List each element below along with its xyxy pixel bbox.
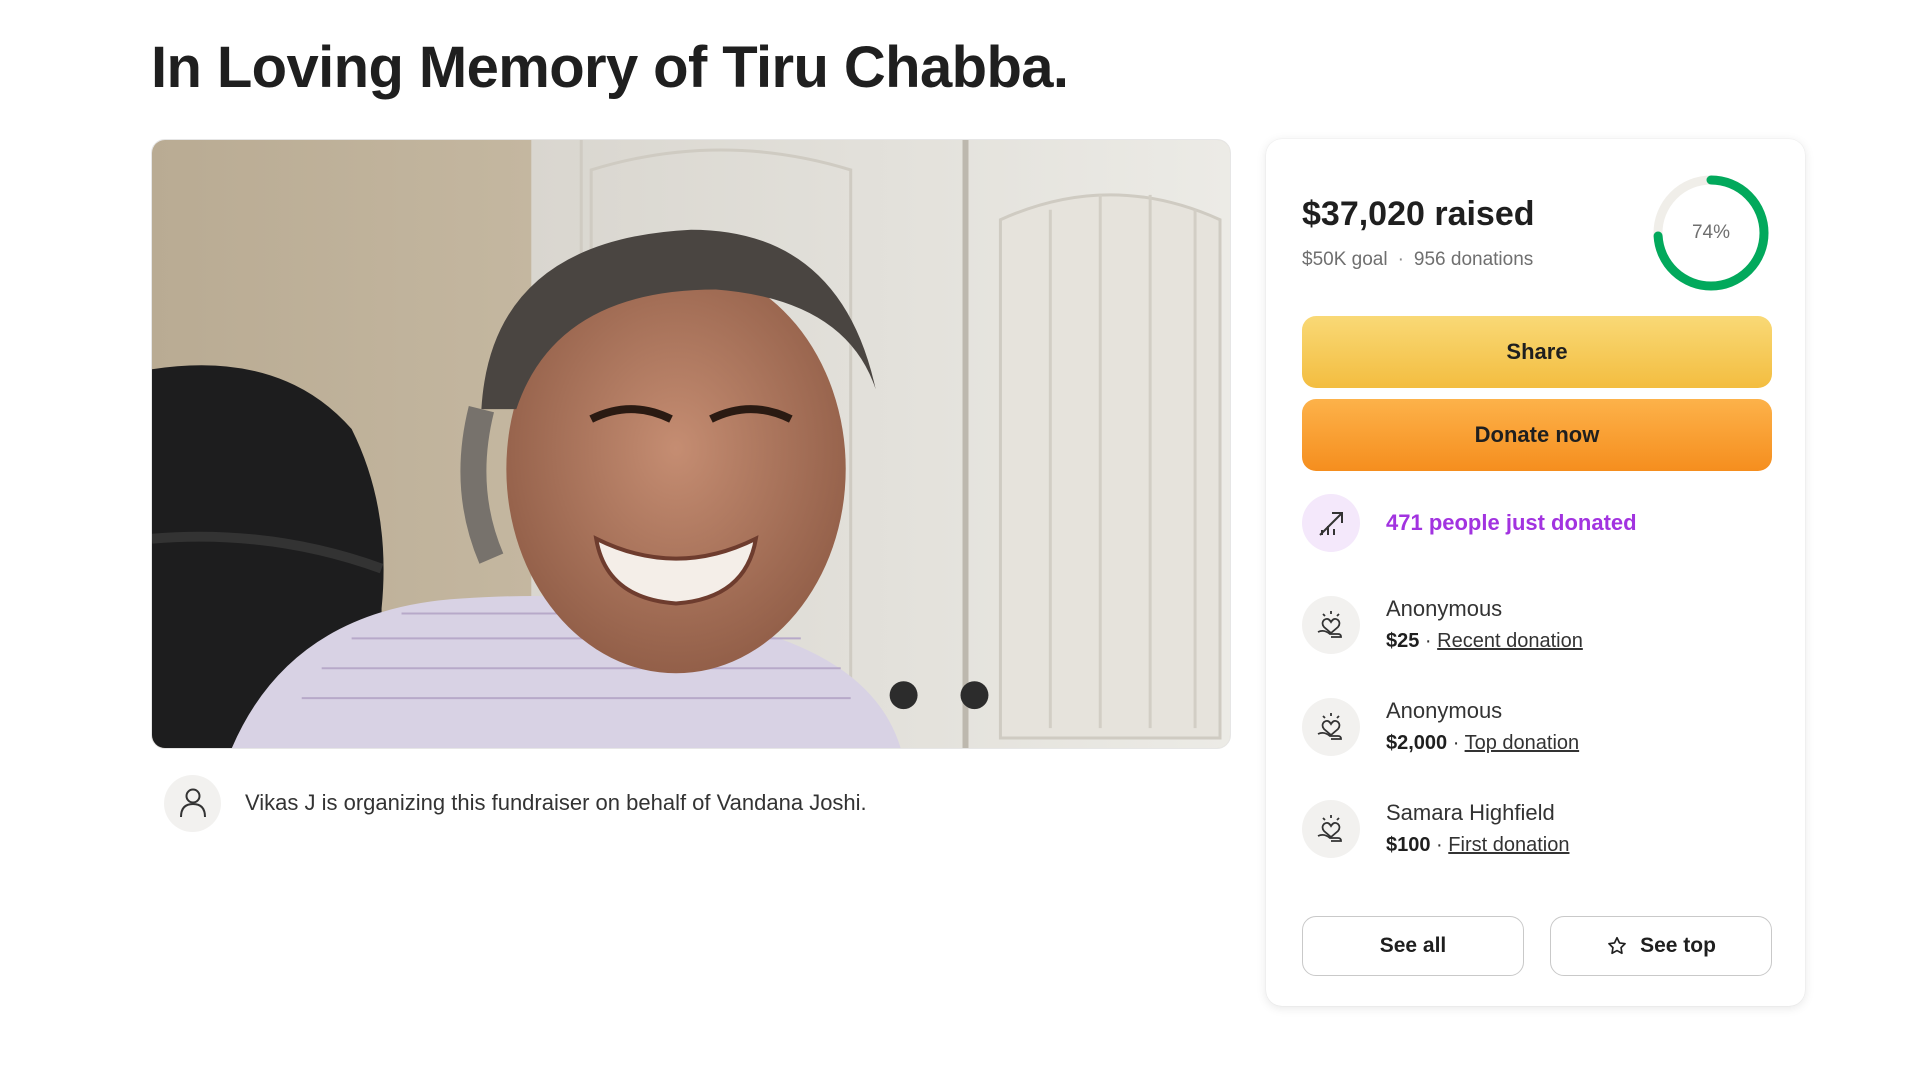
donor-bubble [1302, 596, 1360, 654]
trend-label: 471 people just donated [1386, 510, 1637, 535]
star-icon [1608, 936, 1626, 955]
donor-detail: $2,000 · Top donation [1386, 727, 1579, 759]
heart-hand-icon [1317, 611, 1342, 638]
donor-item: Samara Highfield $100 · First donation [1302, 797, 1569, 861]
donor-name: Anonymous [1386, 698, 1503, 723]
donation-card: $37,020 raised $50K goal · 956 donations… [1266, 139, 1805, 1006]
heart-hand-icon [1317, 815, 1342, 842]
donation-count: 956 donations [1413, 249, 1534, 270]
donor-name: Anonymous [1386, 596, 1503, 621]
campaign-meta: $50K goal · 956 donations [1302, 249, 1533, 271]
organizer-avatar[interactable] [164, 774, 221, 832]
campaign-photo [151, 139, 1231, 749]
see-top-label: See top [1640, 934, 1716, 957]
donor-amount: $25 [1386, 630, 1420, 652]
recent-donations-trend: 471 people just donated [1302, 494, 1637, 552]
page-title: In Loving Memory of Tiru Chabba. [151, 35, 1069, 100]
donor-bubble [1302, 800, 1360, 858]
donor-amount: $100 [1386, 834, 1431, 856]
donor-separator: · [1430, 834, 1449, 856]
top-donation-link[interactable]: Top donation [1465, 732, 1580, 754]
heart-hand-icon [1317, 713, 1342, 740]
donor-detail: $25 · Recent donation [1386, 625, 1583, 657]
amount-raised: $37,020 raised [1302, 195, 1535, 233]
donate-button[interactable]: Donate now [1302, 399, 1772, 471]
donor-separator: · [1419, 630, 1438, 652]
progress-percent: 74% [1691, 222, 1731, 243]
donor-separator: · [1447, 732, 1465, 754]
user-icon [179, 788, 206, 818]
progress-ring: 74% [1650, 172, 1772, 294]
meta-separator: · [1397, 249, 1404, 270]
trend-bubble [1302, 494, 1360, 552]
donor-amount: $2,000 [1386, 732, 1448, 754]
campaign-photo-image [152, 140, 1230, 748]
organizer-text: Vikas J is organizing this fundraiser on… [245, 790, 867, 815]
goal-text: $50K goal [1302, 249, 1388, 270]
donor-name: Samara Highfield [1386, 800, 1555, 825]
donor-detail: $100 · First donation [1386, 829, 1569, 861]
see-top-button[interactable]: See top [1550, 916, 1772, 976]
donor-item: Anonymous $25 · Recent donation [1302, 593, 1583, 657]
see-all-button[interactable]: See all [1302, 916, 1524, 976]
organizer-row: Vikas J is organizing this fundraiser on… [164, 774, 867, 832]
first-donation-link[interactable]: First donation [1448, 834, 1569, 856]
trending-up-icon [1319, 512, 1343, 536]
see-all-label: See all [1379, 934, 1447, 957]
donor-bubble [1302, 698, 1360, 756]
recent-donation-link[interactable]: Recent donation [1437, 630, 1583, 652]
donor-item: Anonymous $2,000 · Top donation [1302, 695, 1579, 759]
share-button[interactable]: Share [1302, 316, 1772, 388]
